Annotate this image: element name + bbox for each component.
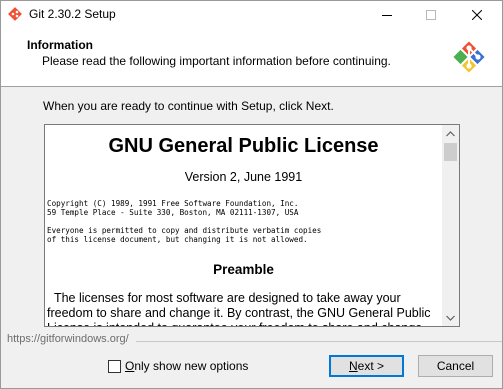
close-icon [472, 10, 482, 20]
only-new-options-checkbox[interactable]: Only show new options [108, 358, 248, 374]
preamble-paragraph: The licenses for most software are desig… [47, 291, 431, 326]
checkbox-box[interactable] [108, 359, 121, 373]
license-content: GNU General Public License Version 2, Ju… [45, 125, 442, 326]
next-hotkey: N [348, 359, 358, 373]
minimize-icon [382, 15, 392, 16]
copyright-line: 59 Temple Place - Suite 330, Boston, MA … [47, 208, 299, 217]
website-link[interactable]: https://gitforwindows.org/ [7, 333, 132, 345]
git-brand-logo-icon [453, 41, 485, 73]
chevron-down-icon [446, 315, 455, 321]
license-title: GNU General Public License [108, 135, 379, 157]
window-title: Git 2.30.2 Setup [29, 7, 116, 21]
preamble-heading: Preamble [213, 262, 274, 277]
close-button[interactable] [455, 1, 499, 29]
intro-text: When you are ready to continue with Setu… [43, 99, 334, 113]
copyright-block: Copyright (C) 1989, 1991 Free Software F… [47, 199, 298, 217]
checkbox-label-text: nly show new options [134, 359, 249, 373]
maximize-button [409, 1, 453, 29]
next-label-text: ext > [357, 359, 385, 373]
footer-divider [136, 341, 502, 342]
page-subtitle: Please read the following important info… [42, 54, 391, 68]
checkbox-hotkey: O [125, 359, 135, 373]
license-version: Version 2, June 1991 [184, 170, 303, 184]
cancel-button[interactable]: Cancel [418, 355, 493, 377]
scroll-thumb[interactable] [444, 143, 457, 161]
license-viewer[interactable]: GNU General Public License Version 2, Ju… [44, 124, 460, 327]
next-label: Next > [349, 359, 384, 373]
scroll-up-button[interactable] [442, 125, 459, 142]
chevron-up-icon [446, 130, 455, 136]
scroll-down-button[interactable] [442, 309, 459, 326]
page-title: Information [27, 38, 93, 52]
next-button[interactable]: Next > [329, 355, 404, 377]
page-header: Information Please read the following im… [1, 29, 502, 87]
maximize-icon [426, 10, 436, 20]
checkbox-label: Only show new options [125, 359, 248, 373]
minimize-button[interactable] [365, 1, 409, 29]
permission-block: Everyone is permitted to copy and distri… [47, 226, 321, 244]
permission-line: of this license document, but changing i… [47, 235, 308, 244]
title-bar[interactable]: Git 2.30.2 Setup [1, 1, 502, 29]
setup-window: Git 2.30.2 Setup Information Please read… [0, 0, 503, 389]
copyright-line: Copyright (C) 1989, 1991 Free Software F… [47, 199, 299, 208]
git-logo-icon [8, 7, 22, 21]
permission-line: Everyone is permitted to copy and distri… [47, 226, 322, 235]
vertical-scrollbar[interactable] [442, 125, 459, 326]
